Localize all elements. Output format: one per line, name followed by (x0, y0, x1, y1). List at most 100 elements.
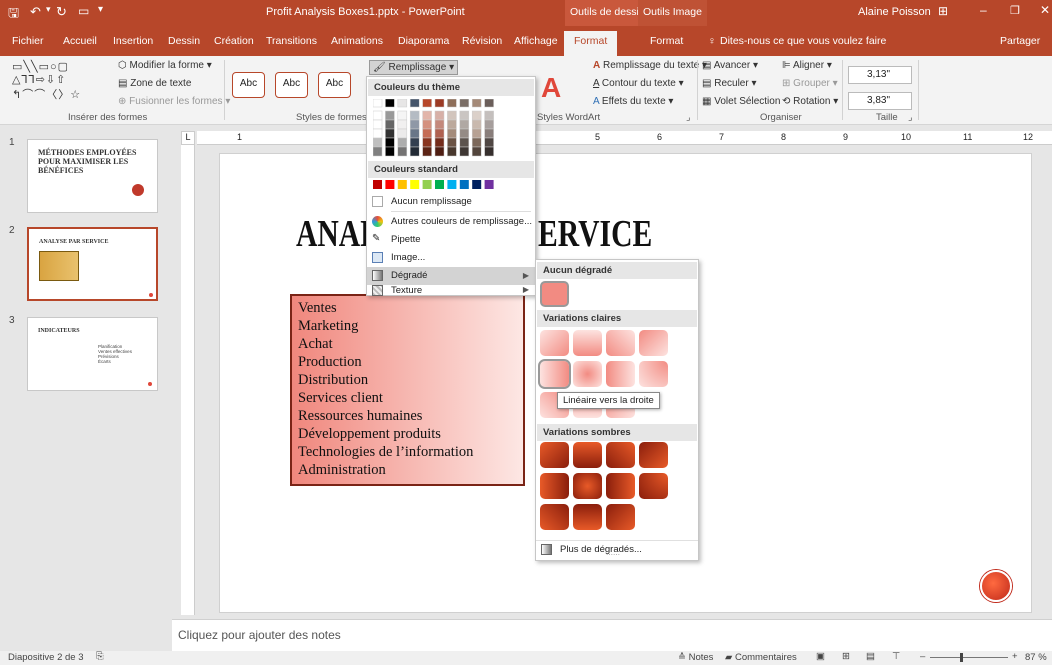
theme-color-swatch[interactable] (459, 98, 470, 108)
user-name[interactable]: Alaine Poisson (858, 6, 931, 18)
standard-color-swatch[interactable] (484, 180, 494, 189)
shape-style-1[interactable]: Abc (232, 72, 265, 98)
dark-gradient-swatch[interactable] (540, 504, 569, 530)
standard-color-swatch[interactable] (447, 180, 457, 189)
bring-forward-button[interactable]: ▤ Avancer ▾ (702, 60, 758, 71)
reading-view-icon[interactable]: ▤ (866, 651, 875, 662)
theme-color-swatch[interactable] (447, 98, 457, 108)
resize-grip[interactable]: ⋯⋯ (606, 551, 620, 559)
dark-gradient-grid[interactable] (540, 442, 700, 538)
zoom-slider-thumb[interactable] (960, 653, 963, 662)
theme-color-swatch[interactable] (409, 146, 420, 157)
merge-shapes-button[interactable]: ⊕ Fusionner les formes ▾ (118, 96, 230, 107)
theme-color-swatch[interactable] (409, 128, 420, 139)
send-backward-button[interactable]: ▤ Reculer ▾ (702, 78, 757, 89)
theme-color-swatch[interactable] (372, 119, 383, 130)
theme-color-swatch[interactable] (459, 110, 470, 121)
theme-color-swatch[interactable] (372, 128, 383, 139)
dark-gradient-swatch[interactable] (540, 473, 569, 499)
wordart-launcher-icon[interactable]: ⌟ (686, 112, 690, 123)
theme-color-swatch[interactable] (471, 110, 482, 121)
slide-thumbnail-2[interactable]: ANALYSE PAR SERVICE (27, 227, 158, 301)
shape-fill-button[interactable]: 🖌 Remplissage ▾ (369, 60, 459, 75)
rotate-button[interactable]: ⟲ Rotation ▾ (782, 96, 838, 107)
light-gradient-swatch[interactable] (639, 330, 668, 356)
theme-color-swatch[interactable] (484, 146, 494, 157)
zoom-in-button[interactable]: + (1012, 651, 1018, 662)
tab-insert[interactable]: Insertion (113, 35, 153, 47)
theme-color-swatch[interactable] (372, 110, 383, 121)
dark-gradient-swatch[interactable] (639, 473, 668, 499)
group-button[interactable]: ⊞ Grouper ▾ (782, 78, 838, 89)
standard-color-swatch[interactable] (422, 180, 432, 189)
text-outline-button[interactable]: A Contour du texte ▾ (593, 78, 684, 89)
theme-color-swatch[interactable] (409, 119, 420, 130)
theme-color-swatch[interactable] (385, 119, 395, 130)
standard-color-swatch[interactable] (385, 180, 395, 189)
tab-animations[interactable]: Animations (331, 35, 383, 47)
theme-color-swatch[interactable] (409, 98, 420, 108)
shape-style-2[interactable]: Abc (275, 72, 308, 98)
selection-pane-button[interactable]: ▦ Volet Sélection (702, 96, 780, 107)
theme-color-swatch[interactable] (459, 119, 470, 130)
theme-color-swatch[interactable] (471, 128, 482, 139)
tab-design[interactable]: Création (214, 35, 254, 47)
theme-color-swatch[interactable] (385, 137, 395, 148)
zoom-slider[interactable] (930, 657, 1008, 658)
text-effects-button[interactable]: A Effets du texte ▾ (593, 96, 673, 107)
tab-review[interactable]: Révision (462, 35, 502, 47)
tab-home[interactable]: Accueil (63, 35, 97, 47)
slide-sorter-icon[interactable]: ⊞ (842, 651, 850, 662)
theme-color-swatch[interactable] (397, 98, 408, 108)
dark-gradient-swatch[interactable] (606, 442, 635, 468)
theme-color-swatch[interactable] (459, 146, 470, 157)
notes-button[interactable]: ≙ Notes (678, 652, 713, 663)
theme-color-swatch[interactable] (372, 137, 383, 148)
gradient-item[interactable]: Dégradé ▶ (367, 267, 535, 285)
tab-view[interactable]: Affichage (514, 35, 558, 47)
shape-gallery[interactable]: ▭╲╲▭○▢ △⅂⅂⇨⇩⇧ ↰⌒⌒〈〉☆ (12, 60, 81, 102)
standard-color-row[interactable] (373, 180, 497, 189)
theme-color-swatch[interactable] (459, 137, 470, 148)
start-slideshow-icon[interactable]: ▭ (78, 4, 89, 18)
light-gradient-swatch[interactable] (540, 330, 569, 356)
theme-color-swatch[interactable] (385, 146, 395, 157)
theme-color-swatch[interactable] (434, 110, 445, 121)
ribbon-display-icon[interactable]: ⊞ (938, 4, 948, 18)
theme-color-swatch[interactable] (484, 128, 494, 139)
theme-color-swatch[interactable] (385, 128, 395, 139)
dark-gradient-swatch[interactable] (639, 442, 668, 468)
theme-color-swatch[interactable] (385, 98, 395, 108)
theme-color-swatch[interactable] (422, 128, 432, 139)
normal-view-icon[interactable]: ▣ (816, 651, 825, 662)
dark-gradient-swatch[interactable] (573, 504, 602, 530)
theme-color-swatch[interactable] (447, 110, 457, 121)
theme-color-swatch[interactable] (471, 98, 482, 108)
no-fill-item[interactable]: Aucun remplissage (367, 193, 535, 211)
tab-draw[interactable]: Dessin (168, 35, 200, 47)
theme-color-swatch[interactable] (409, 110, 420, 121)
dark-gradient-swatch[interactable] (606, 504, 635, 530)
eyedropper-item[interactable]: ✎ Pipette (367, 231, 535, 249)
theme-color-swatch[interactable] (447, 119, 457, 130)
theme-color-swatch[interactable] (397, 119, 408, 130)
light-gradient-swatch[interactable] (639, 361, 668, 387)
theme-color-swatch[interactable] (434, 98, 445, 108)
theme-color-swatch[interactable] (434, 137, 445, 148)
no-gradient-swatch[interactable] (540, 281, 569, 307)
theme-color-swatch[interactable] (484, 98, 494, 108)
slide-title-right[interactable]: ERVICE (538, 212, 652, 256)
theme-color-swatch[interactable] (372, 146, 383, 157)
theme-color-swatch[interactable] (422, 119, 432, 130)
theme-color-swatch[interactable] (397, 137, 408, 148)
texture-item[interactable]: Texture ▶ (367, 285, 535, 297)
light-gradient-grid[interactable] (538, 330, 700, 426)
theme-color-swatch[interactable] (434, 119, 445, 130)
close-icon[interactable]: ✕ (1040, 3, 1050, 17)
share-button[interactable]: Partager (1000, 35, 1040, 47)
picture-fill-item[interactable]: Image... (367, 249, 535, 267)
theme-color-swatch[interactable] (434, 146, 445, 157)
undo-icon[interactable]: ↶ (30, 4, 41, 20)
slideshow-view-icon[interactable]: ⊤ (892, 651, 900, 662)
theme-color-swatch[interactable] (409, 137, 420, 148)
